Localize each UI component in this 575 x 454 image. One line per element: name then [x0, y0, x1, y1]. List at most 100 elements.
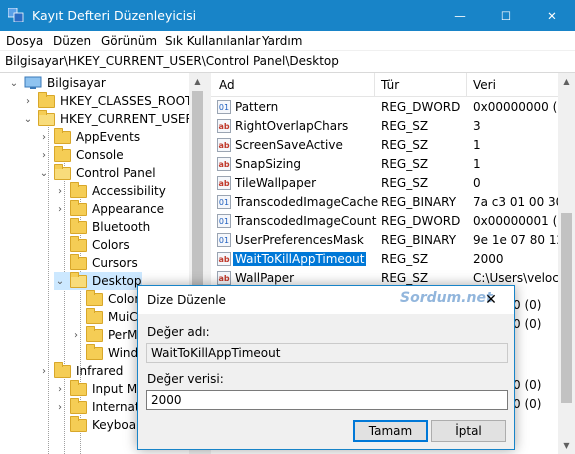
list-item[interactable]: 01 TranscodedImageCount REG_DWORD 0x0000000… [211, 212, 575, 231]
dialog-title-bar: Dize Düzenle Sordum.net ✕ [138, 286, 514, 314]
list-item[interactable]: ab TileWallpaper REG_SZ 0 [211, 174, 575, 193]
menu-gorunum[interactable]: Görünüm [101, 34, 157, 48]
folder-icon [54, 127, 71, 144]
collapse-icon[interactable]: ⌄ [22, 113, 34, 125]
string-value-icon: ab [217, 252, 231, 266]
expand-icon[interactable]: › [54, 185, 66, 197]
collapse-icon[interactable]: ⌄ [54, 275, 66, 287]
column-header-ad[interactable]: Ad [219, 78, 235, 92]
folder-icon [70, 199, 87, 216]
tree-item[interactable]: ⌄ Control Panel [38, 163, 156, 182]
scroll-up-icon[interactable]: ▲ [558, 73, 575, 90]
list-scrollbar[interactable]: ▲ ▼ [558, 73, 575, 454]
value-data-partial: 0 (0) [513, 317, 542, 331]
string-value-icon: ab [217, 119, 231, 133]
cancel-button[interactable]: İptal [431, 420, 506, 442]
tree-item[interactable]: › Appearance [54, 199, 164, 218]
tree-item[interactable]: ⌄ HKEY_CURRENT_USER [22, 109, 194, 128]
expand-icon[interactable]: › [54, 383, 66, 395]
tree-item-label: Control Panel [76, 166, 156, 180]
value-type: REG_BINARY [381, 233, 457, 247]
value-data: 0x00000001 (1) [473, 214, 570, 228]
list-item[interactable]: ab SnapSizing REG_SZ 1 [211, 155, 575, 174]
folder-icon [38, 91, 55, 108]
folder-icon [70, 253, 87, 270]
dialog-close-button[interactable]: ✕ [468, 286, 514, 314]
string-value-icon: ab [217, 138, 231, 152]
collapse-icon[interactable]: ⌄ [38, 167, 50, 179]
menu-duzen[interactable]: Düzen [53, 34, 91, 48]
column-header-tur[interactable]: Tür [381, 78, 399, 92]
folder-icon [54, 361, 71, 378]
binary-value-icon: 01 [217, 214, 231, 228]
tree-item[interactable]: ⌄ Desktop [54, 271, 142, 290]
window-title: Kayıt Defteri Düzenleyicisi [32, 8, 197, 23]
expand-icon[interactable]: › [38, 131, 50, 143]
minimize-icon: — [454, 8, 466, 23]
tree-item-label: Bilgisayar [47, 76, 106, 90]
tree-item[interactable]: Bluetooth [54, 217, 150, 236]
list-item[interactable]: ab WaitToKillAppTimeout REG_SZ 2000 [211, 250, 575, 269]
tree-item[interactable]: › Console [38, 145, 124, 164]
tree-item-bilgisayar[interactable]: ⌄ Bilgisayar [8, 74, 106, 92]
menu-dosya[interactable]: Dosya [6, 34, 43, 48]
close-button[interactable]: ✕ [529, 0, 575, 31]
edit-string-dialog: Dize Düzenle Sordum.net ✕ Değer adı: Wai… [137, 285, 515, 450]
tree-item[interactable]: Colors [54, 235, 130, 254]
list-item[interactable]: 01 Pattern REG_DWORD 0x00000000 (0) [211, 98, 575, 117]
scroll-down-icon[interactable]: ▼ [558, 437, 575, 454]
folder-icon [70, 379, 87, 396]
folder-icon [54, 145, 71, 162]
tree-item[interactable]: › AppEvents [38, 127, 140, 146]
tree-item[interactable]: › Infrared [38, 361, 123, 380]
list-item[interactable]: 01 UserPreferencesMask REG_BINARY 9e 1e 07 … [211, 231, 575, 250]
collapse-icon[interactable]: ⌄ [8, 77, 20, 89]
string-value-icon: ab [217, 176, 231, 190]
expand-icon[interactable]: › [54, 203, 66, 215]
tree-item[interactable]: Keyboard [54, 415, 148, 434]
minimize-button[interactable]: — [437, 0, 483, 31]
expand-icon[interactable]: › [70, 329, 82, 341]
value-data: 0 [473, 176, 481, 190]
value-name: TranscodedImageCache [235, 195, 379, 209]
expand-icon[interactable]: › [38, 365, 50, 377]
value-name: UserPreferencesMask [235, 233, 364, 247]
menu-sik-kullanilanlar[interactable]: Sık Kullanılanlar [165, 34, 260, 48]
value-name-label: Değer adı: [147, 325, 210, 339]
folder-icon [70, 397, 87, 414]
value-data-input[interactable]: 2000 [146, 390, 508, 410]
tree-item-label: HKEY_CLASSES_ROOT [60, 94, 193, 108]
scroll-up-icon[interactable]: ▲ [189, 73, 206, 90]
list-item[interactable]: ab ScreenSaveActive REG_SZ 1 [211, 136, 575, 155]
folder-icon [70, 271, 87, 288]
tree-item[interactable]: › HKEY_CLASSES_ROOT [22, 91, 193, 110]
folder-icon [70, 415, 87, 432]
tree-item[interactable]: Colors [70, 289, 146, 308]
tree-item[interactable]: Cursors [54, 253, 138, 272]
expand-icon[interactable]: › [38, 149, 50, 161]
ok-button[interactable]: Tamam [353, 420, 428, 442]
value-data-partial: 0 (0) [513, 298, 542, 312]
maximize-button[interactable]: ☐ [483, 0, 529, 31]
dialog-title: Dize Düzenle [147, 293, 226, 307]
list-item[interactable]: 01 TranscodedImageCache REG_BINARY 7a c3 01… [211, 193, 575, 212]
list-item[interactable]: ab RightOverlapChars REG_SZ 3 [211, 117, 575, 136]
tree-item[interactable]: › Accessibility [54, 181, 166, 200]
column-header-veri[interactable]: Veri [473, 78, 496, 92]
close-icon: ✕ [485, 292, 497, 308]
value-data-label: Değer verisi: [147, 372, 224, 386]
value-type: REG_SZ [381, 176, 429, 190]
list-header: Ad Tür Veri [211, 73, 575, 97]
address-bar[interactable]: Bilgisayar\HKEY_CURRENT_USER\Control Pan… [0, 51, 575, 73]
expand-icon[interactable]: › [54, 401, 66, 413]
value-name: WaitToKillAppTimeout [233, 252, 367, 266]
scroll-thumb[interactable] [561, 213, 572, 403]
menu-yardim[interactable]: Yardım [262, 34, 302, 48]
value-data: 3 [473, 119, 481, 133]
folder-icon [54, 163, 71, 180]
computer-icon [24, 76, 42, 89]
expand-icon[interactable]: › [22, 95, 34, 107]
